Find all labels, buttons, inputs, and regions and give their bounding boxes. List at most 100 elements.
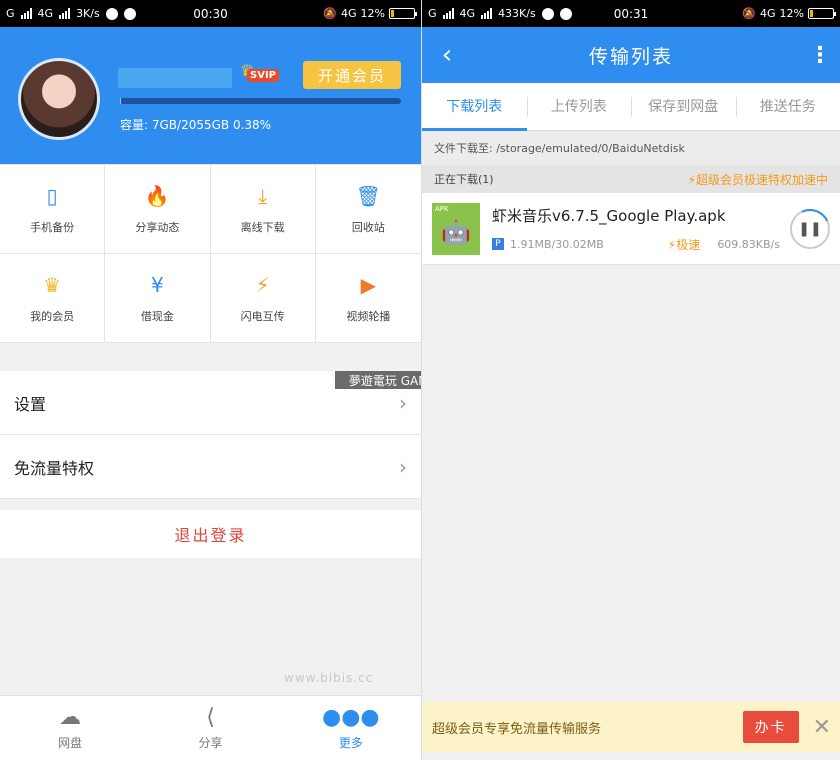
net-type: 4G (760, 7, 776, 20)
notification-icon (105, 7, 118, 20)
carrier-label: G (6, 7, 15, 20)
download-speed: 609.83KB/s (717, 237, 780, 251)
carrier-label: G (428, 7, 437, 20)
transfer-header: ‹ 传输列表 ⋮ (422, 27, 840, 83)
settings-label: 设置 (14, 394, 47, 414)
transfer-tabs: 下载列表 上传列表 保存到网盘 推送任务 (422, 83, 840, 131)
watermark: 夢遊電玩 GAME735.COM (335, 371, 421, 389)
back-arrow-icon[interactable]: ‹ (422, 40, 472, 70)
avatar[interactable] (18, 58, 100, 140)
net-speed: 3K/s (76, 7, 100, 20)
get-card-button[interactable]: 办卡 (742, 711, 799, 743)
capacity-text: 容量: 7GB/2055GB 0.38% (120, 118, 272, 132)
network-label: 4G (459, 7, 476, 20)
free-traffic-row[interactable]: 免流量特权 › (0, 435, 421, 499)
nav-label: 分享 (198, 735, 223, 750)
nav-label: 更多 (338, 735, 363, 750)
notification-icon (541, 7, 554, 20)
grid-item-label: 借现金 (140, 310, 174, 323)
clock: 00:31 (613, 6, 649, 21)
share-icon: ⟨ (206, 704, 215, 730)
downloading-header: 正在下载(1) ⚡超级会员极速特权加速中 (422, 165, 840, 193)
nav-more[interactable]: ●●● 更多 (281, 696, 421, 760)
net-type: 4G (341, 7, 357, 20)
trash-icon: 🗑 (355, 184, 382, 208)
banner-text: 超级会员专享免流量传输服务 (432, 721, 602, 737)
more-vertical-icon[interactable]: ⋮ (800, 43, 840, 68)
vip-banner: 超级会员专享免流量传输服务 办卡 ✕ (422, 702, 840, 752)
grid-item[interactable]: ▶ 视频轮播 (315, 254, 421, 343)
grid-item-label: 我的会员 (30, 310, 75, 323)
tab-2[interactable]: 保存到网盘 (631, 83, 736, 131)
nav-share[interactable]: ⟨ 分享 (140, 696, 280, 760)
vip-promo[interactable]: ⚡超级会员极速特权加速中 (688, 171, 828, 188)
downloading-count: 正在下载(1) (434, 173, 494, 186)
qq-icon (123, 7, 136, 20)
chevron-right-icon: › (399, 454, 407, 479)
lightning-icon: ⚡ (255, 273, 270, 297)
page-title: 传输列表 (588, 45, 674, 68)
grid-item[interactable]: 🗑 回收站 (315, 165, 421, 254)
free-traffic-label: 免流量特权 (14, 458, 95, 478)
grid-item-label: 分享动态 (135, 221, 180, 234)
settings-menu: 设置 › 免流量特权 › (0, 371, 421, 499)
profile-header: ♛ SVIP 开通会员 容量: 7GB/2055GB 0.38% (0, 27, 421, 164)
logout-button[interactable]: 退出登录 (0, 510, 421, 558)
chevron-right-icon: › (399, 390, 407, 415)
status-bar: G 4G 433K/s 00:31 🔕 4G 12% (422, 0, 840, 27)
apk-tag: APK (435, 204, 449, 213)
grid-item[interactable]: ⚡ 闪电互传 (210, 254, 316, 343)
file-size: 1.91MB/30.02MB (510, 237, 604, 251)
tab-0[interactable]: 下载列表 (422, 83, 527, 131)
android-icon: 🤖 (441, 217, 471, 246)
battery-percent: 12% (360, 7, 385, 20)
apk-file-icon: APK 🤖 (432, 202, 480, 255)
nav-label: 网盘 (58, 735, 83, 750)
username (118, 68, 232, 88)
capacity-bar (120, 98, 401, 104)
grid-item[interactable]: ▯ 手机备份 (0, 165, 106, 254)
nav-netdisk[interactable]: ☁ 网盘 (0, 696, 140, 760)
download-item[interactable]: APK 🤖 虾米音乐v6.7.5_Google Play.apk P 1.91M… (422, 193, 840, 265)
tab-3[interactable]: 推送任务 (735, 83, 840, 131)
net-speed: 433K/s (498, 7, 536, 20)
clock: 00:30 (193, 6, 228, 21)
close-icon[interactable]: ✕ (813, 715, 831, 740)
grid-item[interactable]: ¥ 借现金 (105, 254, 211, 343)
grid-item-label: 回收站 (351, 221, 385, 234)
status-bar: G 4G 3K/s 00:30 🔕 4G 12% (0, 0, 421, 27)
watermark-url: www.bibis.cc (284, 671, 374, 685)
video-icon: ▶ (360, 273, 377, 297)
battery-icon (389, 8, 417, 19)
signal-icon (481, 8, 493, 19)
phone-icon: ▯ (46, 184, 58, 208)
file-name: 虾米音乐v6.7.5_Google Play.apk (492, 206, 726, 225)
crown-icon: ♛ (43, 273, 62, 297)
pause-button[interactable]: ❚❚ (790, 208, 830, 249)
grid-item[interactable]: ♛ 我的会员 (0, 254, 106, 343)
download-path: 文件下载至: /storage/emulated/0/BaiduNetdisk (422, 131, 840, 165)
cloud-icon: ☁ (59, 704, 82, 730)
network-label: 4G (37, 7, 54, 20)
grid-item-label: 手机备份 (30, 221, 75, 234)
signal-icon (442, 8, 454, 19)
battery-icon (808, 8, 836, 19)
mute-icon: 🔕 (323, 7, 338, 20)
speedup-label: ⚡极速 (667, 237, 701, 252)
signal-icon (59, 8, 71, 19)
feature-grid: ▯ 手机备份 🔥 分享动态 ⤓ 离线下载 🗑 回收站 ♛ 我的会员 ¥ 借现金 ⚡ 闪电互传 ▶ 视频轮播 (0, 164, 421, 343)
bottom-nav: ☁ 网盘 ⟨ 分享 ●●● 更多 (0, 695, 421, 760)
left-screen: G 4G 3K/s 00:30 🔕 4G 12% ♛ SVIP 开通会员 容量:… (0, 0, 421, 760)
tab-1[interactable]: 上传列表 (526, 83, 632, 131)
open-vip-button[interactable]: 开通会员 (303, 61, 401, 89)
p-badge: P (492, 238, 504, 250)
more-dots-icon: ●●● (322, 704, 380, 730)
grid-item[interactable]: 🔥 分享动态 (105, 165, 211, 254)
grid-item[interactable]: ⤓ 离线下载 (210, 165, 316, 254)
svip-badge: SVIP (247, 69, 279, 82)
download-icon: ⤓ (258, 184, 268, 208)
right-screen: G 4G 433K/s 00:31 🔕 4G 12% ‹ 传输列表 ⋮ 下载列表… (421, 0, 840, 760)
grid-item-label: 视频轮播 (346, 310, 391, 323)
grid-item-label: 离线下载 (240, 221, 285, 234)
mute-icon: 🔕 (742, 7, 757, 20)
